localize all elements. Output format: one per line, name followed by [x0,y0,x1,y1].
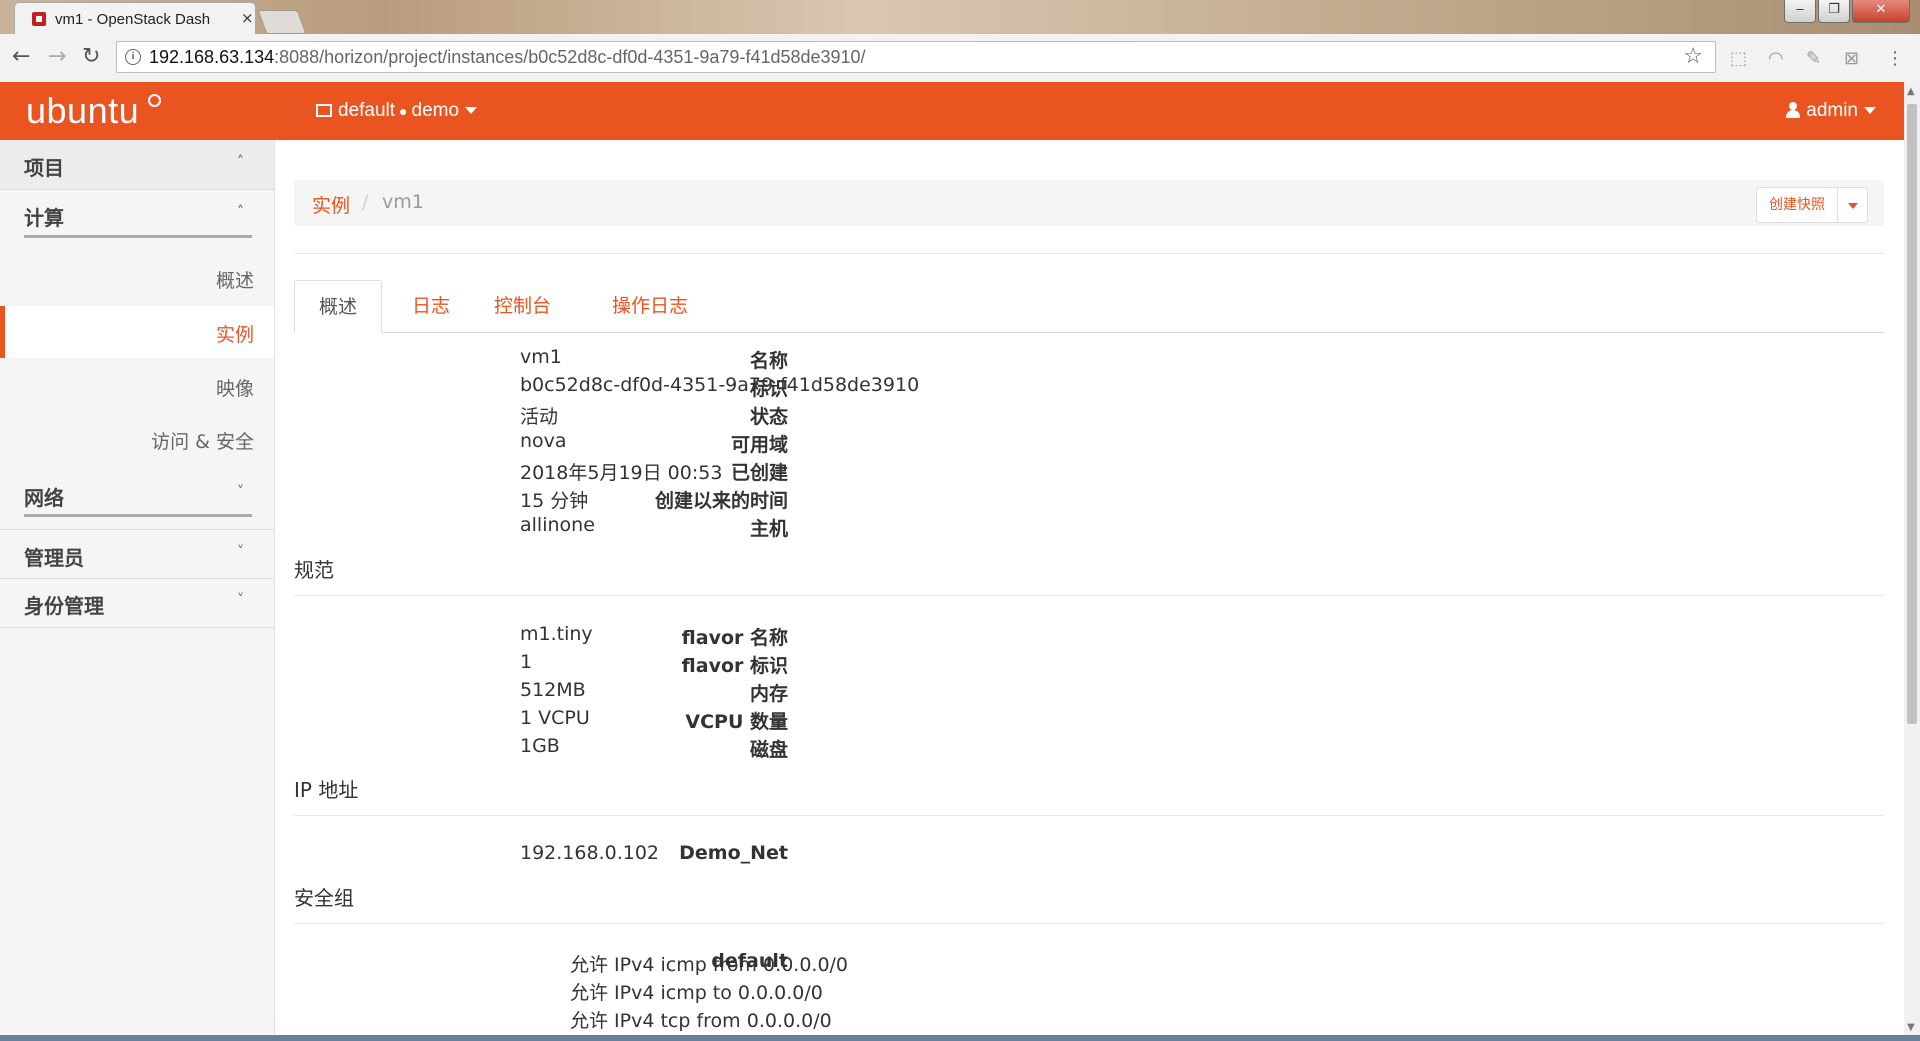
menu-icon[interactable]: ⋮ [1886,48,1904,69]
create-snapshot-button[interactable]: 创建快照 [1756,187,1838,223]
new-tab-button[interactable] [257,10,307,34]
detail-row: Demo_Net 192.168.0.102 [520,842,788,864]
window-controls: ‒ ❐ ✕ [1784,0,1910,23]
url-text[interactable]: 192.168.63.134:8088/horizon/project/inst… [149,47,866,68]
detail-row: flavor 标识 1 [520,651,788,677]
section-title-security-groups: 安全组 [294,886,354,910]
extension-headset-icon[interactable]: ◠ [1768,48,1784,69]
tab-title: vm1 - OpenStack Dash [55,11,211,28]
scroll-thumb[interactable] [1907,104,1917,724]
info-icon[interactable]: i [125,49,141,65]
address-bar[interactable]: i 192.168.63.134:8088/horizon/project/in… [116,41,1716,73]
section-divider [24,514,252,517]
security-rule: 允许 IPv4 icmp to 0.0.0.0/0 [570,982,823,1004]
sidebar-section-identity[interactable]: 身份管理 ˅ [0,578,274,628]
chevron-down-icon [1864,107,1876,115]
breadcrumb-link-instances[interactable]: 实例 [312,191,350,218]
back-arrow-icon[interactable]: ← [12,46,30,68]
divider [294,815,1884,816]
window-titlebar: vm1 - OpenStack Dash × ‒ ❐ ✕ [0,0,1920,34]
chevron-down-icon [465,107,478,115]
sidebar-section-network[interactable]: 网络 ˅ [0,470,274,520]
ubuntu-circle-icon [148,94,161,107]
user-icon [1786,102,1801,118]
extension-x-icon[interactable]: ⊠ [1844,48,1859,69]
browser-tab[interactable]: vm1 - OpenStack Dash × [14,2,256,34]
taskbar-edge [0,1035,1920,1041]
detail-tabs: 概述 日志 控制台 操作日志 [294,280,1884,333]
breadcrumb-current: vm1 [382,191,424,213]
security-rule: 允许 IPv4 tcp from 0.0.0.0/0 [570,1010,832,1032]
divider [294,253,1884,254]
project-icon [316,104,332,117]
sidebar-item-access-security[interactable]: 访问 & 安全 [0,413,274,465]
sidebar: 项目 ˄ 计算 ˄ 概述 实例 映像 访问 & 安全 网络 ˅ 管理员 ˅ 身份… [0,140,275,1041]
detail-row: flavor 名称 m1.tiny [520,623,788,649]
chevron-down-icon: ˅ [237,592,244,608]
security-group-row: default [711,950,788,972]
instance-actions: 创建快照 [1756,187,1868,223]
close-window-button[interactable]: ✕ [1852,0,1910,23]
bookmark-star-icon[interactable]: ☆ [1683,44,1703,69]
scroll-up-icon[interactable]: ▲ [1907,86,1915,97]
scroll-down-icon[interactable]: ▼ [1907,1022,1915,1033]
chevron-up-icon: ˄ [237,154,244,170]
sidebar-section-admin[interactable]: 管理员 ˅ [0,529,274,579]
minimize-button[interactable]: ‒ [1784,0,1816,23]
divider [294,595,1884,596]
tab-close-icon[interactable]: × [241,9,254,27]
detail-row: 内存 512MB [520,679,788,705]
openstack-favicon-icon [32,12,46,26]
section-title-ip: IP 地址 [294,778,359,802]
chevron-down-icon: ˅ [237,544,244,560]
section-title-spec: 规范 [294,558,334,582]
ubuntu-logo[interactable]: ubuntu [26,90,139,132]
detail-row: 磁盘 1GB [520,735,788,761]
security-rule: 允许 IPv4 icmp from 0.0.0.0/0 [570,954,849,976]
top-navbar: ubuntu default ● demo admin [0,82,1904,140]
tab-console[interactable]: 控制台 [470,280,575,332]
tab-action-log[interactable]: 操作日志 [588,280,712,332]
detail-row: 可用域 nova [520,430,788,456]
user-menu[interactable]: admin [1786,100,1876,122]
breadcrumb-separator: / [362,191,369,213]
browser-toolbar: ← → ↻ i 192.168.63.134:8088/horizon/proj… [0,34,1920,83]
maximize-button[interactable]: ❐ [1818,0,1850,23]
detail-row: 名称 vm1 [520,346,788,372]
tab-overview[interactable]: 概述 [294,280,383,333]
detail-row: 状态 活动 [520,406,788,428]
sidebar-item-overview[interactable]: 概述 [0,252,274,304]
detail-row: 创建以来的时间 15 分钟 [520,490,788,512]
divider [294,923,1884,924]
detail-row: VCPU 数量 1 VCPU [520,707,788,733]
chevron-down-icon: ˅ [237,484,244,500]
sidebar-section-project[interactable]: 项目 ˄ [0,140,274,190]
breadcrumb: 实例 / vm1 创建快照 [294,180,1884,226]
horizon-app: ubuntu default ● demo admin 项目 ˄ 计算 ˄ 概述 实… [0,82,1904,1041]
detail-row: 主机 allinone [520,514,788,540]
detail-row: 已创建 2018年5月19日 00:53 [520,462,788,484]
tab-log[interactable]: 日志 [388,280,474,332]
extension-pdf-icon[interactable]: ⬚ [1730,48,1747,69]
detail-row: 标识 b0c52d8c-df0d-4351-9a79-f41d58de3910 [520,374,920,400]
actions-dropdown-toggle[interactable] [1838,187,1868,223]
project-picker[interactable]: default ● demo [316,100,478,122]
forward-arrow-icon[interactable]: → [48,46,66,68]
page-scrollbar[interactable]: ▲ ▼ [1903,82,1920,1041]
section-divider [24,235,252,238]
sidebar-item-images[interactable]: 映像 [0,360,274,412]
sidebar-item-instances[interactable]: 实例 [0,306,274,358]
sidebar-section-compute[interactable]: 计算 ˄ [0,190,274,240]
reload-icon[interactable]: ↻ [82,46,100,68]
chevron-up-icon: ˄ [237,204,244,220]
extension-puzzle-icon[interactable]: ✎ [1806,48,1821,69]
